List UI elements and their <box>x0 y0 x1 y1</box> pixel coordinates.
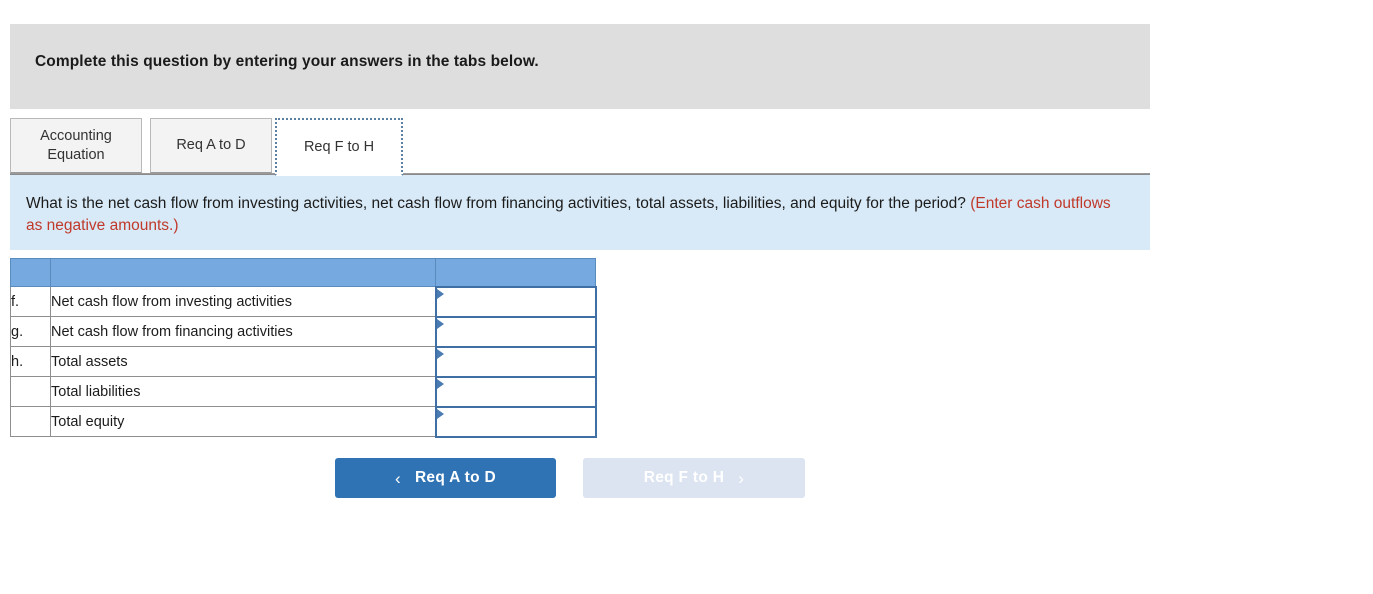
cell-marker-icon <box>436 408 444 419</box>
tab-strip: Accounting Equation Req A to D Req F to … <box>10 118 1150 176</box>
table-head <box>10 258 596 287</box>
instruction-bar: Complete this question by entering your … <box>10 24 1150 109</box>
row-key <box>10 406 51 437</box>
tab-req-a-to-d[interactable]: Req A to D <box>150 118 272 173</box>
row-value-cell[interactable] <box>434 345 597 378</box>
question-main-text: What is the net cash flow from investing… <box>26 195 966 212</box>
tab-label: Req A to D <box>176 137 246 154</box>
next-button-label: Req F to H <box>643 469 725 486</box>
row-value-cell[interactable] <box>434 285 597 318</box>
row-key: h. <box>10 346 51 377</box>
value-input[interactable] <box>444 408 589 431</box>
table-header-key <box>10 258 51 287</box>
navigation-row: ‹ Req A to D Req F to H › <box>335 458 855 500</box>
row-value-cell[interactable] <box>434 375 597 408</box>
table-header-description <box>50 258 436 287</box>
question-text: What is the net cash flow from investing… <box>26 193 1131 237</box>
value-input[interactable] <box>444 288 589 311</box>
row-key <box>10 376 51 407</box>
value-input[interactable] <box>444 378 589 401</box>
cell-marker-icon <box>436 348 444 359</box>
row-description: Total equity <box>50 406 436 437</box>
table-body: f. Net cash flow from investing activiti… <box>10 285 597 438</box>
cell-marker-icon <box>436 378 444 389</box>
prev-requirement-button[interactable]: ‹ Req A to D <box>335 458 556 498</box>
answer-table: f. Net cash flow from investing activiti… <box>10 258 597 438</box>
chevron-left-icon: ‹ <box>394 468 401 488</box>
row-key: g. <box>10 316 51 347</box>
row-value-cell[interactable] <box>434 405 597 438</box>
row-description: Total liabilities <box>50 376 436 407</box>
value-input[interactable] <box>444 348 589 371</box>
row-description: Net cash flow from financing activities <box>50 316 436 347</box>
next-requirement-button[interactable]: Req F to H › <box>583 458 805 498</box>
table-row: Total liabilities <box>10 375 597 408</box>
cell-marker-icon <box>436 288 444 299</box>
row-value-cell[interactable] <box>434 315 597 348</box>
row-description: Total assets <box>50 346 436 377</box>
row-key: f. <box>10 286 51 317</box>
table-row: Total equity <box>10 405 597 438</box>
cell-marker-icon <box>436 318 444 329</box>
table-row: f. Net cash flow from investing activiti… <box>10 285 597 318</box>
table-row: h. Total assets <box>10 345 597 378</box>
chevron-right-icon: › <box>738 468 745 488</box>
tab-label: Req F to H <box>303 138 375 155</box>
prev-button-label: Req A to D <box>414 469 497 486</box>
row-description: Net cash flow from investing activities <box>50 286 436 317</box>
tab-req-f-to-h[interactable]: Req F to H <box>275 118 403 176</box>
question-banner: What is the net cash flow from investing… <box>10 174 1150 250</box>
tab-label: Accounting Equation <box>40 127 112 163</box>
value-input[interactable] <box>444 318 589 341</box>
table-header-row <box>10 258 596 287</box>
instruction-text: Complete this question by entering your … <box>35 53 539 70</box>
table-header-value <box>435 258 596 287</box>
tab-accounting-equation[interactable]: Accounting Equation <box>10 118 142 173</box>
table-row: g. Net cash flow from financing activiti… <box>10 315 597 348</box>
